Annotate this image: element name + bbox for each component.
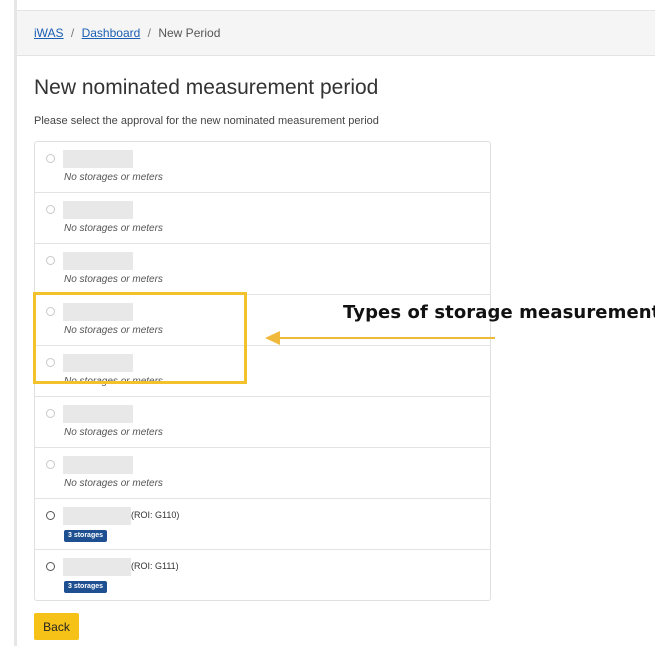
approval-status: No storages or meters	[64, 172, 163, 183]
approval-radio[interactable]	[46, 562, 55, 571]
page-title: New nominated measurement period	[34, 76, 379, 99]
redacted-approval-name	[63, 558, 131, 576]
breadcrumb-link-dashboard[interactable]: Dashboard	[82, 26, 141, 40]
redacted-approval-name	[63, 405, 133, 423]
approval-roi: (ROI: G110)	[131, 510, 180, 520]
approval-radio[interactable]	[46, 511, 55, 520]
approval-roi: (ROI: G111)	[131, 561, 179, 571]
breadcrumb-separator: /	[70, 26, 75, 40]
breadcrumb: iWAS / Dashboard / New Period	[17, 10, 655, 56]
storage-count-badge: 3 storages	[64, 530, 108, 542]
redacted-approval-name	[63, 456, 133, 474]
approval-radio[interactable]	[46, 205, 55, 214]
approval-status: No storages or meters	[64, 223, 163, 234]
approval-option[interactable]: No storages or meters	[35, 142, 490, 193]
breadcrumb-current: New Period	[158, 26, 221, 40]
redacted-approval-name	[63, 201, 133, 219]
approval-status: No storages or meters	[64, 427, 163, 438]
redacted-approval-name	[63, 252, 133, 270]
storage-count-badge: 3 storages	[64, 581, 108, 593]
approval-radio[interactable]	[46, 460, 55, 469]
page-intro: Please select the approval for the new n…	[34, 115, 379, 127]
approval-status: No storages or meters	[64, 274, 163, 285]
approval-status: No storages or meters	[64, 478, 163, 489]
breadcrumb-separator: /	[147, 26, 151, 40]
back-button[interactable]: Back	[34, 613, 79, 640]
left-border	[14, 0, 17, 646]
approval-option[interactable]: (ROI: G111) 3 storages	[35, 550, 490, 600]
redacted-approval-name	[63, 150, 133, 168]
annotation-callout: Types of storage measurement	[343, 302, 655, 323]
annotation-arrow-icon	[265, 331, 280, 345]
approval-option[interactable]: (ROI: G110) 3 storages	[35, 499, 490, 550]
approval-option[interactable]: No storages or meters	[35, 193, 490, 244]
annotation-highlight-box	[33, 292, 247, 384]
approval-option[interactable]: No storages or meters	[35, 397, 490, 448]
annotation-arrow-line	[280, 337, 495, 339]
redacted-approval-name	[63, 507, 131, 525]
approval-option[interactable]: No storages or meters	[35, 244, 490, 295]
approval-radio[interactable]	[46, 154, 55, 163]
approval-option[interactable]: No storages or meters	[35, 448, 490, 499]
approval-radio[interactable]	[46, 409, 55, 418]
breadcrumb-link-iwas[interactable]: iWAS	[34, 26, 64, 40]
approval-radio[interactable]	[46, 256, 55, 265]
